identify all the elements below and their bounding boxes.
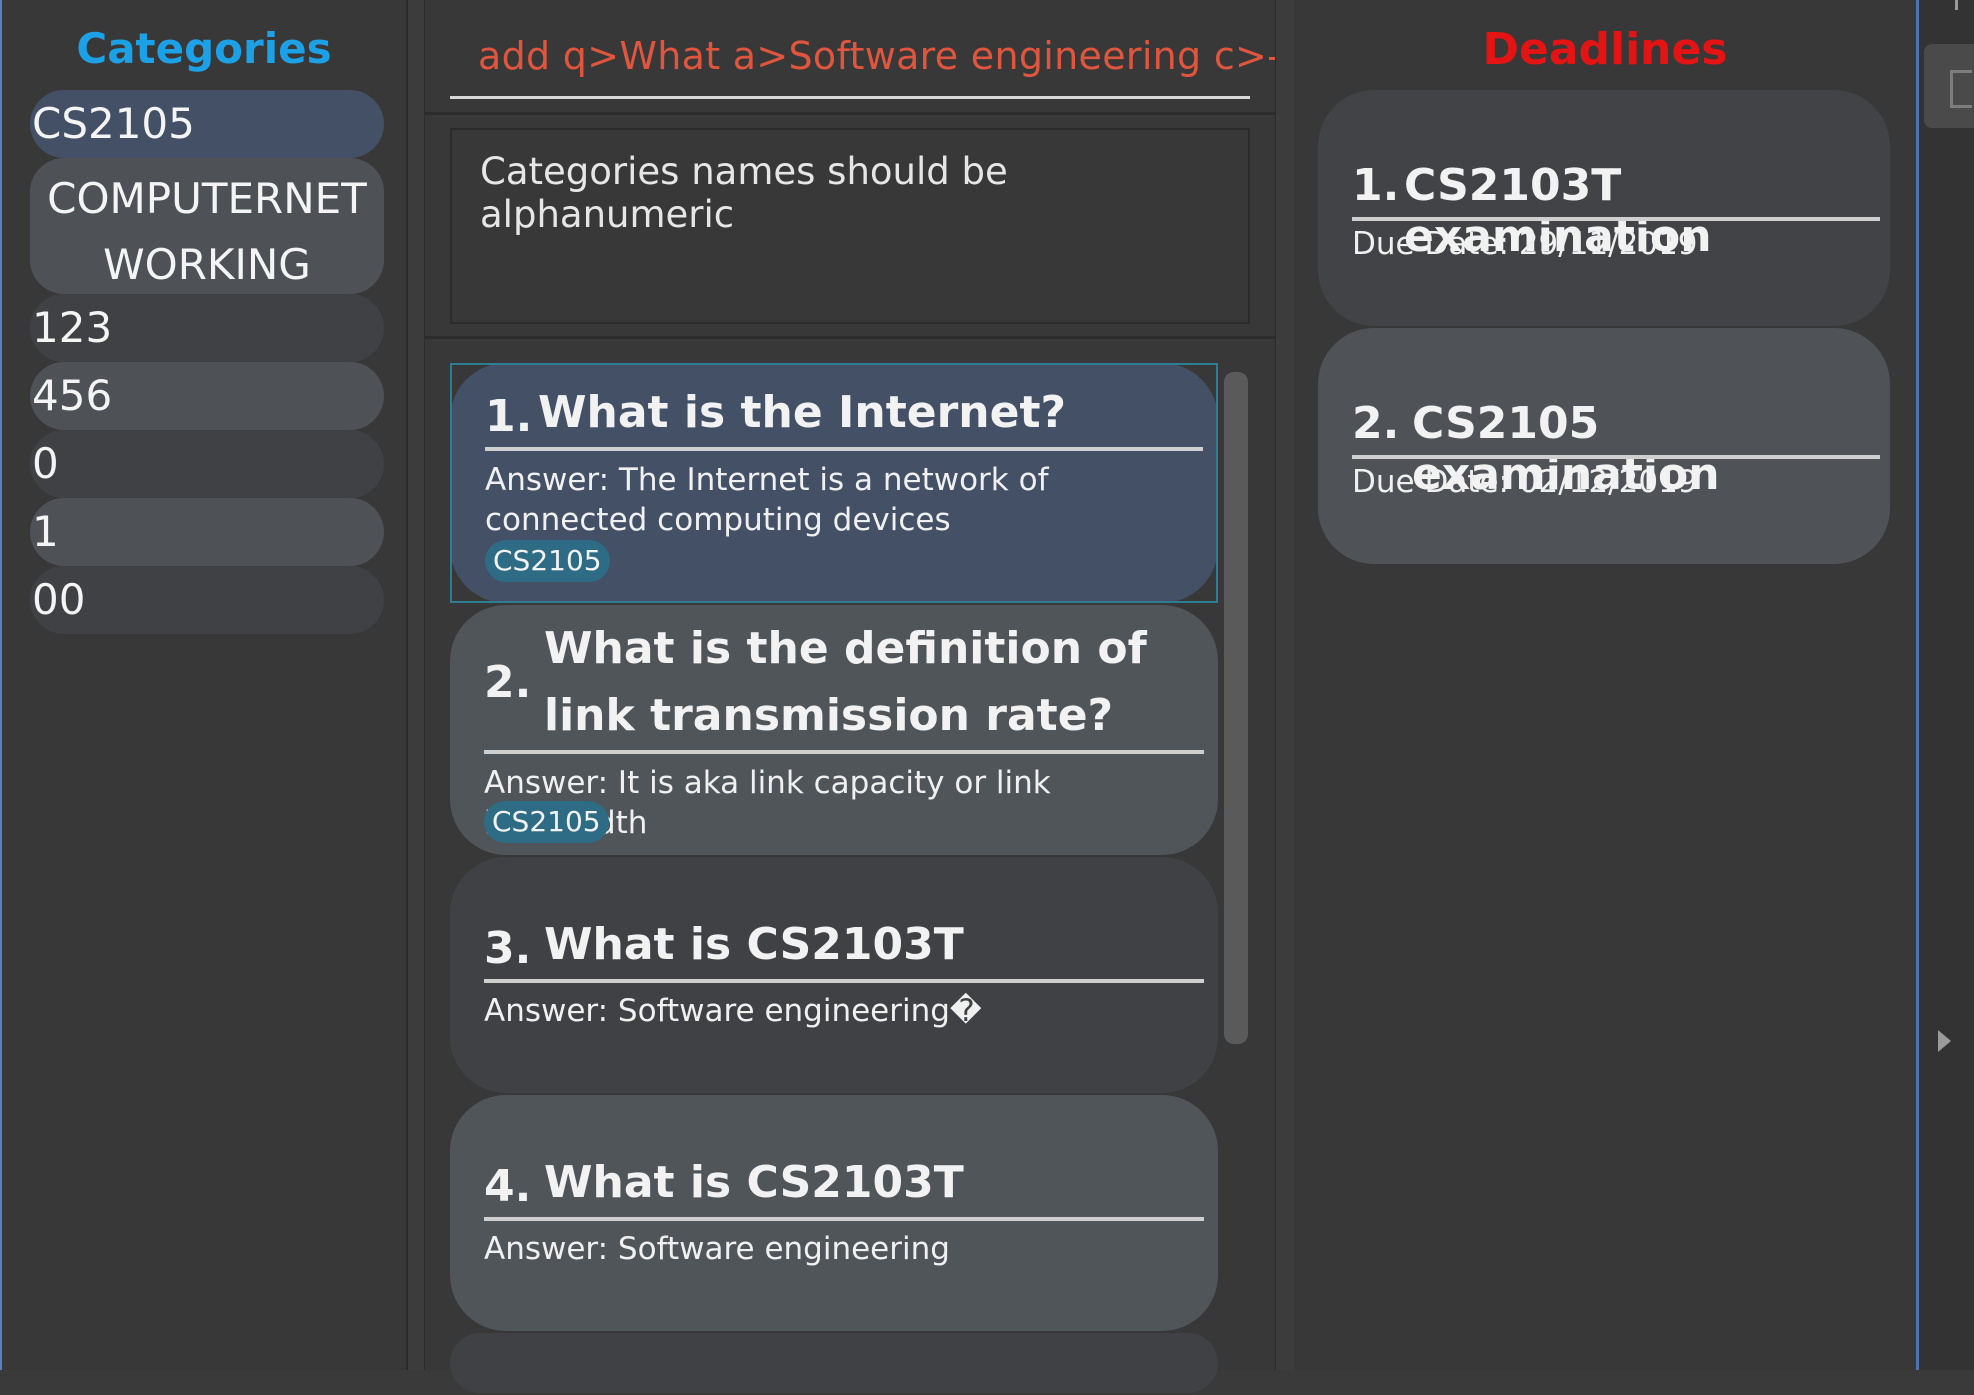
question-card[interactable]: 4. What is CS2103T Answer: Software engi… <box>450 1095 1218 1331</box>
expand-right-icon[interactable] <box>1938 1030 1951 1052</box>
question-card[interactable]: 3. What is CS2103T Answer: Software engi… <box>450 857 1218 1093</box>
category-item-line: COMPUTERNET <box>47 174 367 223</box>
deadline-underline <box>1352 455 1880 459</box>
question-card[interactable]: 1. What is the Internet? Answer: The Int… <box>450 363 1218 603</box>
answer-text: Answer: Software engineering� <box>484 993 982 1029</box>
command-input-underline <box>450 96 1250 99</box>
category-list: CS2105 COMPUTERNET WORKING 123 456 0 1 0… <box>30 90 384 634</box>
deadline-card[interactable]: 1. CS2103T examination Due Date: 29/11/2… <box>1318 90 1890 326</box>
category-item[interactable]: CS2105 <box>30 90 384 158</box>
divider <box>425 112 1275 115</box>
question-index: 3. <box>484 923 532 974</box>
deadline-index: 1. <box>1352 160 1400 211</box>
categories-panel: Categories CS2105 COMPUTERNET WORKING 12… <box>2 0 408 1370</box>
category-item[interactable]: 0 <box>30 430 384 498</box>
question-card[interactable]: 2. What is the definition of link transm… <box>450 605 1218 855</box>
question-index: 4. <box>484 1161 532 1212</box>
question-underline <box>485 447 1203 451</box>
divider <box>425 336 1275 339</box>
strip-mark <box>1955 0 1958 10</box>
question-index: 2. <box>484 657 532 708</box>
question-text: What is CS2103T <box>544 1157 964 1208</box>
splitter[interactable] <box>1275 0 1295 1370</box>
categories-title: Categories <box>76 24 332 73</box>
deadline-due-date: Due Date: 02/12/2019 <box>1352 464 1698 500</box>
deadline-underline <box>1352 217 1880 221</box>
save-icon[interactable] <box>1950 70 1972 108</box>
question-underline <box>484 979 1204 983</box>
result-display: Categories names should be alphanumeric <box>450 128 1250 324</box>
category-item[interactable]: 123 <box>30 294 384 362</box>
command-input[interactable]: add q>What a>Software engineering c>-1 <box>478 34 1306 78</box>
question-index: 1. <box>485 391 533 442</box>
answer-text: Answer: Software engineering <box>484 1231 950 1267</box>
question-list: 1. What is the Internet? Answer: The Int… <box>450 363 1218 1395</box>
question-underline <box>484 1217 1204 1221</box>
deadline-index: 2. <box>1352 398 1400 449</box>
deadline-due-date: Due Date: 29/11/2019 <box>1352 226 1698 262</box>
category-item-line: WORKING <box>103 240 311 289</box>
question-text: What is the Internet? <box>538 387 1066 438</box>
deadline-card[interactable]: 2. CS2105 examination Due Date: 02/12/20… <box>1318 328 1890 564</box>
answer-text: Answer: The Internet is a network of con… <box>485 462 1049 538</box>
category-item[interactable]: 00 <box>30 566 384 634</box>
result-message: Categories names should be alphanumeric <box>480 150 1008 236</box>
question-card[interactable] <box>450 1333 1218 1393</box>
category-tag: CS2105 <box>484 801 609 843</box>
question-underline <box>484 750 1204 754</box>
category-item[interactable]: 1 <box>30 498 384 566</box>
question-list-scrollbar[interactable] <box>1224 372 1248 1044</box>
category-item[interactable]: COMPUTERNET WORKING <box>30 158 384 294</box>
side-toolbar <box>1919 0 1974 1370</box>
question-text: What is the definition of link transmiss… <box>544 623 1147 741</box>
splitter[interactable] <box>408 0 425 1370</box>
category-item[interactable]: 456 <box>30 362 384 430</box>
category-tag: CS2105 <box>485 540 610 582</box>
question-text: What is CS2103T <box>544 919 964 970</box>
deadlines-title: Deadlines <box>1482 24 1728 75</box>
